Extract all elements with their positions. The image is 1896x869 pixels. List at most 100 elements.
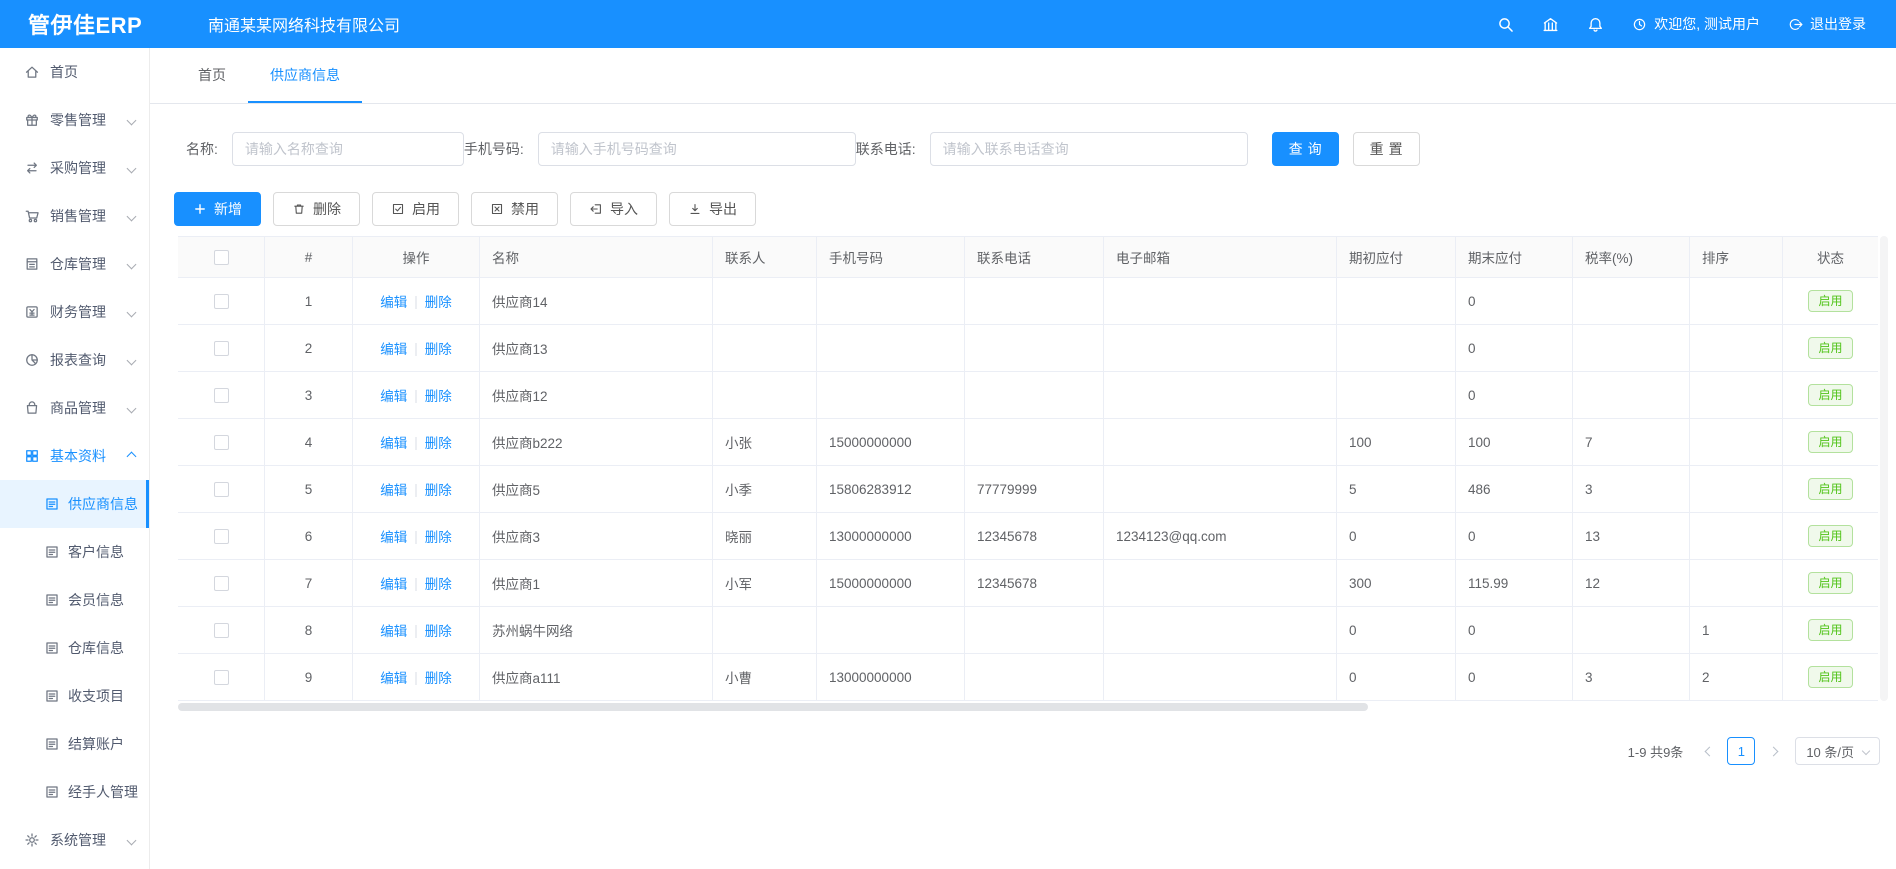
col-name: 名称	[480, 237, 713, 277]
edit-link[interactable]: 编辑	[380, 573, 407, 593]
export-icon	[688, 202, 702, 216]
add-button[interactable]: 新增	[174, 192, 261, 226]
warehouse-icon	[24, 256, 40, 272]
row-checkbox[interactable]	[214, 529, 229, 544]
row-checkbox[interactable]	[214, 341, 229, 356]
chevron-icon	[127, 403, 137, 413]
sidebar-subitem[interactable]: 会员信息	[0, 576, 149, 624]
bank-icon[interactable]	[1542, 16, 1559, 33]
sidebar-item[interactable]: 报表查询	[0, 336, 149, 384]
sidebar-item[interactable]: 销售管理	[0, 192, 149, 240]
delete-button[interactable]: 删除	[273, 192, 360, 226]
chevron-icon	[127, 115, 137, 125]
row-checkbox[interactable]	[214, 435, 229, 450]
edit-link[interactable]: 编辑	[380, 667, 407, 687]
cell-contact	[713, 325, 817, 371]
next-page-button[interactable]	[1761, 737, 1785, 765]
sidebar-subitem[interactable]: 客户信息	[0, 528, 149, 576]
edit-link[interactable]: 编辑	[380, 385, 407, 405]
cell-tax-rate: 13	[1573, 513, 1690, 559]
sidebar-item[interactable]: 财务管理	[0, 288, 149, 336]
row-checkbox[interactable]	[214, 482, 229, 497]
cell-index: 6	[265, 513, 353, 559]
cell-tel	[965, 372, 1104, 418]
edit-link[interactable]: 编辑	[380, 620, 407, 640]
row-checkbox[interactable]	[214, 670, 229, 685]
delete-link[interactable]: 删除	[425, 385, 452, 405]
edit-link[interactable]: 编辑	[380, 432, 407, 452]
horizontal-scrollbar[interactable]	[178, 703, 1368, 711]
cell-end-payable: 0	[1456, 513, 1573, 559]
export-button[interactable]: 导出	[669, 192, 756, 226]
cell-tax-rate	[1573, 325, 1690, 371]
sidebar-item[interactable]: 零售管理	[0, 96, 149, 144]
table-row: 5 编辑 | 删除 供应商5 小季 15806283912 77779999 5…	[178, 466, 1878, 513]
chevron-icon	[127, 211, 137, 221]
sidebar-subitem[interactable]: 收支项目	[0, 672, 149, 720]
name-input[interactable]	[232, 132, 464, 166]
tab-supplier-info[interactable]: 供应商信息	[248, 48, 362, 103]
trash-icon	[292, 202, 306, 216]
edit-link[interactable]: 编辑	[380, 479, 407, 499]
cell-sort	[1690, 419, 1783, 465]
page-number[interactable]: 1	[1727, 737, 1755, 765]
edit-link[interactable]: 编辑	[380, 338, 407, 358]
cell-begin-payable: 0	[1337, 607, 1456, 653]
cell-sort: 2	[1690, 654, 1783, 700]
query-button[interactable]: 查询	[1272, 132, 1339, 166]
disable-button[interactable]: 禁用	[471, 192, 558, 226]
row-checkbox[interactable]	[214, 388, 229, 403]
doc-icon	[44, 688, 60, 704]
tab-home[interactable]: 首页	[176, 48, 248, 103]
sidebar-item[interactable]: 基本资料	[0, 432, 149, 480]
cell-actions: 编辑 | 删除	[353, 466, 480, 512]
sidebar-subitem[interactable]: 结算账户	[0, 720, 149, 768]
edit-link[interactable]: 编辑	[380, 291, 407, 311]
enable-button[interactable]: 启用	[372, 192, 459, 226]
bell-icon[interactable]	[1587, 16, 1604, 33]
import-button[interactable]: 导入	[570, 192, 657, 226]
select-all-checkbox[interactable]	[214, 250, 229, 265]
logout-button[interactable]: 退出登录	[1788, 14, 1866, 34]
sidebar-subitem[interactable]: 经手人管理	[0, 768, 149, 816]
tel-input[interactable]	[930, 132, 1248, 166]
phone-input[interactable]	[538, 132, 856, 166]
col-tel: 联系电话	[965, 237, 1104, 277]
vertical-scrollbar[interactable]	[1880, 236, 1888, 701]
edit-link[interactable]: 编辑	[380, 526, 407, 546]
delete-link[interactable]: 删除	[425, 667, 452, 687]
cell-begin-payable: 5	[1337, 466, 1456, 512]
delete-link[interactable]: 删除	[425, 432, 452, 452]
reset-button[interactable]: 重置	[1353, 132, 1420, 166]
sidebar-item[interactable]: 系统管理	[0, 816, 149, 864]
cell-index: 4	[265, 419, 353, 465]
col-end-payable: 期末应付	[1456, 237, 1573, 277]
table-row: 6 编辑 | 删除 供应商3 晓丽 13000000000 12345678 1…	[178, 513, 1878, 560]
sidebar-item[interactable]: 商品管理	[0, 384, 149, 432]
sidebar-item[interactable]: 采购管理	[0, 144, 149, 192]
delete-link[interactable]: 删除	[425, 573, 452, 593]
row-checkbox[interactable]	[214, 623, 229, 638]
prev-page-button[interactable]	[1697, 737, 1721, 765]
page-size-select[interactable]: 10 条/页	[1795, 737, 1880, 765]
cell-begin-payable: 300	[1337, 560, 1456, 606]
cell-actions: 编辑 | 删除	[353, 278, 480, 324]
cell-contact: 小张	[713, 419, 817, 465]
delete-link[interactable]: 删除	[425, 338, 452, 358]
delete-link[interactable]: 删除	[425, 479, 452, 499]
chevron-icon	[127, 355, 137, 365]
cell-end-payable: 486	[1456, 466, 1573, 512]
row-checkbox[interactable]	[214, 294, 229, 309]
search-icon[interactable]	[1497, 16, 1514, 33]
sidebar-subitem[interactable]: 仓库信息	[0, 624, 149, 672]
sidebar-subitem[interactable]: 供应商信息	[0, 480, 149, 528]
delete-link[interactable]: 删除	[425, 291, 452, 311]
sidebar-item[interactable]: 仓库管理	[0, 240, 149, 288]
sidebar-item[interactable]: 首页	[0, 48, 149, 96]
cell-index: 1	[265, 278, 353, 324]
cell-tax-rate: 3	[1573, 654, 1690, 700]
row-checkbox[interactable]	[214, 576, 229, 591]
delete-link[interactable]: 删除	[425, 526, 452, 546]
table-header-row: # 操作 名称 联系人 手机号码 联系电话 电子邮箱 期初应付 期末应付 税率(…	[178, 236, 1878, 278]
delete-link[interactable]: 删除	[425, 620, 452, 640]
